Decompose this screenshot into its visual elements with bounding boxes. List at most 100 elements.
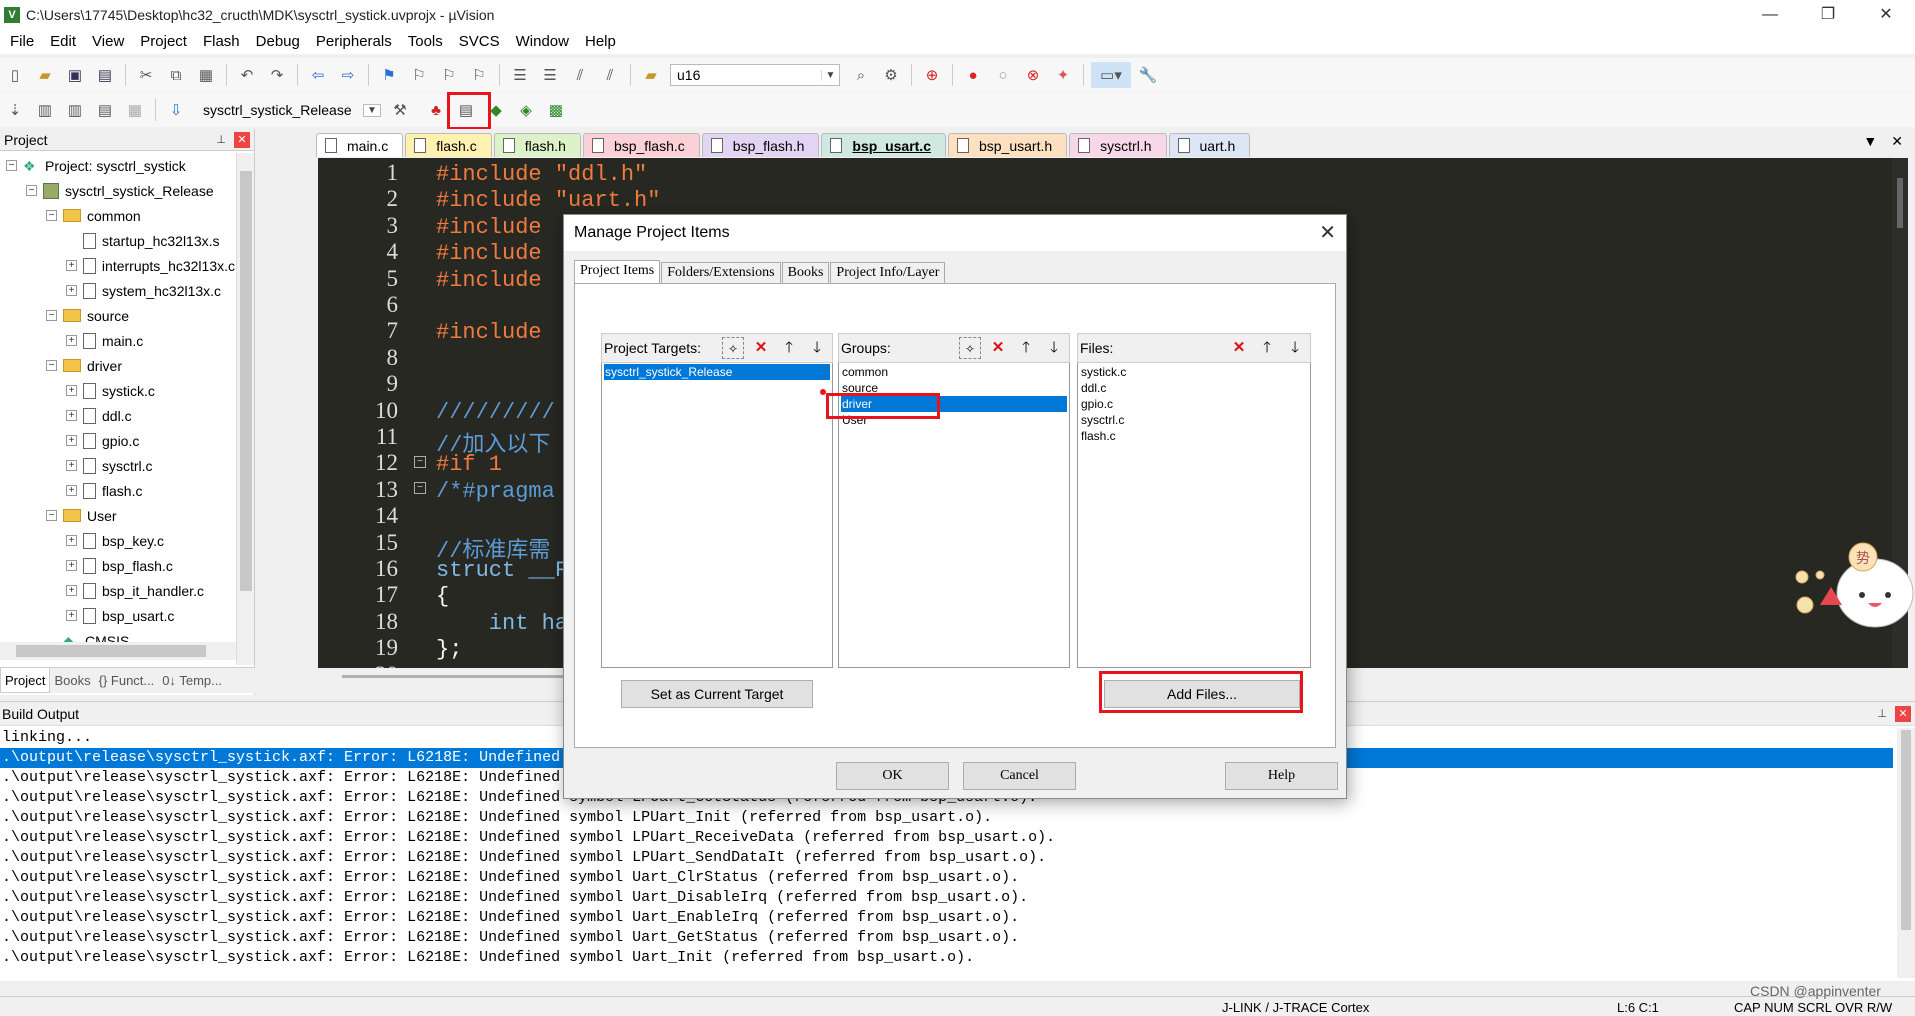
editor-tab[interactable]: flash.c (405, 133, 492, 157)
menu-project[interactable]: Project (132, 30, 195, 54)
code-line[interactable]: ///////// (436, 400, 555, 425)
clear-bookmarks-icon[interactable]: ⚐ (466, 62, 492, 88)
close-icon[interactable]: ✕ (1319, 215, 1336, 251)
download-icon[interactable]: ⇩ (163, 97, 189, 123)
editor-tab[interactable]: uart.h (1168, 133, 1251, 157)
tree-item[interactable]: − sysctrl_systick_Release (0, 178, 235, 203)
project-tree[interactable]: − ❖ Project: sysctrl_systick − sysctrl_systi… (0, 153, 235, 665)
debug-session-icon[interactable]: ⊕ (919, 62, 945, 88)
build-output-line[interactable]: .\output\release\sysctrl_systick.axf: Er… (0, 828, 1893, 848)
code-line[interactable]: #if 1 (436, 452, 502, 477)
move-up-icon[interactable]: 🡑 (1015, 337, 1037, 359)
build-output-scrollbar[interactable] (1897, 728, 1915, 978)
tree-item[interactable]: + bsp_usart.c (0, 603, 235, 628)
build-output-line[interactable]: .\output\release\sysctrl_systick.axf: Er… (0, 948, 1893, 968)
options-for-target-icon[interactable]: ⚒ (387, 97, 413, 123)
open-folder-icon[interactable]: ▰ (32, 62, 58, 88)
collapse-icon[interactable]: − (46, 510, 57, 521)
editor-tab[interactable]: sysctrl.h (1069, 133, 1167, 157)
tab-project[interactable]: Project (0, 668, 51, 693)
next-bookmark-icon[interactable]: ⚐ (436, 62, 462, 88)
pin-icon[interactable]: ⊥ (216, 133, 226, 146)
expand-icon[interactable]: + (66, 560, 77, 571)
code-line[interactable]: /*#pragma (436, 479, 555, 504)
cut-icon[interactable]: ✂ (133, 62, 159, 88)
stop-build-icon[interactable]: ▦ (122, 97, 148, 123)
menu-svcs[interactable]: SVCS (451, 30, 508, 54)
expand-icon[interactable]: + (66, 610, 77, 621)
ok-button[interactable]: OK (836, 762, 949, 790)
code-line[interactable]: struct __F (436, 558, 568, 583)
build-output-line[interactable]: .\output\release\sysctrl_systick.axf: Er… (0, 848, 1893, 868)
editor-tab[interactable]: flash.h (493, 133, 581, 157)
editor-tab[interactable]: bsp_usart.c (821, 133, 946, 157)
tree-item[interactable]: + bsp_flash.c (0, 553, 235, 578)
tree-item[interactable]: + bsp_key.c (0, 528, 235, 553)
rebuild-icon[interactable]: ▥ (62, 97, 88, 123)
bookmark-icon[interactable]: ⚑ (376, 62, 402, 88)
files-list[interactable]: systick.c ddl.c gpio.c sysctrl.c flash.c (1077, 363, 1311, 668)
editor-tab[interactable]: bsp_flash.h (701, 133, 820, 157)
tree-item[interactable]: + main.c (0, 328, 235, 353)
collapse-icon[interactable]: − (46, 210, 57, 221)
expand-icon[interactable]: + (66, 385, 77, 396)
project-targets-list[interactable]: sysctrl_systick_Release (601, 363, 833, 668)
find-in-files-icon[interactable]: ▰ (638, 62, 664, 88)
tree-item[interactable]: − source (0, 303, 235, 328)
find-combo[interactable]: u16 ▼ (670, 64, 840, 86)
delete-group-icon[interactable]: ✕ (987, 337, 1009, 359)
tree-item[interactable]: + interrupts_hc32l13x.c (0, 253, 235, 278)
expand-icon[interactable]: + (66, 285, 77, 296)
project-vertical-scrollbar[interactable] (236, 153, 254, 665)
collapse-icon[interactable]: − (46, 310, 57, 321)
tab-folders-extensions[interactable]: Folders/Extensions (661, 262, 781, 283)
delete-file-icon[interactable]: ✕ (1228, 337, 1250, 359)
minimize-button[interactable]: — (1741, 0, 1799, 30)
target-combo[interactable]: sysctrl_systick_Release ▼ (197, 99, 381, 121)
build-icon[interactable]: ▥ (32, 97, 58, 123)
manage-project-items-icon[interactable]: ♣ (423, 97, 449, 123)
batch-build-icon[interactable]: ▤ (92, 97, 118, 123)
editor-tab[interactable]: main.c (316, 133, 404, 157)
close-icon[interactable]: ✕ (1895, 705, 1911, 722)
list-item[interactable]: systick.c (1080, 364, 1308, 380)
list-item[interactable]: common (841, 364, 1067, 380)
move-down-icon[interactable]: 🡓 (1043, 337, 1065, 359)
configure-icon[interactable]: 🔧 (1135, 62, 1161, 88)
collapse-icon[interactable]: − (6, 160, 17, 171)
translate-icon[interactable]: ⇣ (2, 97, 28, 123)
menu-edit[interactable]: Edit (42, 30, 84, 54)
tree-item[interactable]: + bsp_it_handler.c (0, 578, 235, 603)
new-file-icon[interactable]: ▯ (2, 62, 28, 88)
expand-icon[interactable]: + (66, 535, 77, 546)
editor-tab[interactable]: bsp_flash.c (582, 133, 700, 157)
menu-flash[interactable]: Flash (195, 30, 248, 54)
scrollbar-thumb[interactable] (16, 645, 206, 657)
list-item[interactable]: ddl.c (1080, 380, 1308, 396)
tree-item[interactable]: + ddl.c (0, 403, 235, 428)
menu-debug[interactable]: Debug (248, 30, 308, 54)
list-item[interactable]: flash.c (1080, 428, 1308, 444)
move-down-icon[interactable]: 🡓 (1284, 337, 1306, 359)
tree-item[interactable]: − User (0, 503, 235, 528)
select-packs-icon[interactable]: ◈ (513, 97, 539, 123)
close-icon[interactable]: ✕ (234, 131, 250, 148)
fold-marker-icon[interactable]: − (414, 482, 426, 494)
code-line[interactable]: }; (436, 637, 462, 662)
save-icon[interactable]: ▣ (62, 62, 88, 88)
incremental-find-icon[interactable]: ⚙ (878, 62, 904, 88)
disable-breakpoint-icon[interactable]: ○ (990, 62, 1016, 88)
tree-item[interactable]: − driver (0, 353, 235, 378)
unindent-icon[interactable]: ☰ (537, 62, 563, 88)
code-line[interactable]: #include (436, 241, 542, 266)
code-line[interactable]: #include (436, 320, 542, 345)
tree-item[interactable]: startup_hc32l13x.s (0, 228, 235, 253)
expand-icon[interactable]: + (66, 260, 77, 271)
tab-functions[interactable]: {} Funct... (95, 668, 159, 693)
tab-list-icon[interactable]: ▼ (1863, 133, 1877, 150)
close-tab-icon[interactable]: ✕ (1891, 133, 1903, 150)
code-line[interactable]: #include (436, 215, 542, 240)
code-line[interactable]: #include "uart.h" (436, 188, 660, 213)
menu-peripherals[interactable]: Peripherals (308, 30, 400, 54)
scrollbar-thumb[interactable] (1897, 178, 1903, 228)
